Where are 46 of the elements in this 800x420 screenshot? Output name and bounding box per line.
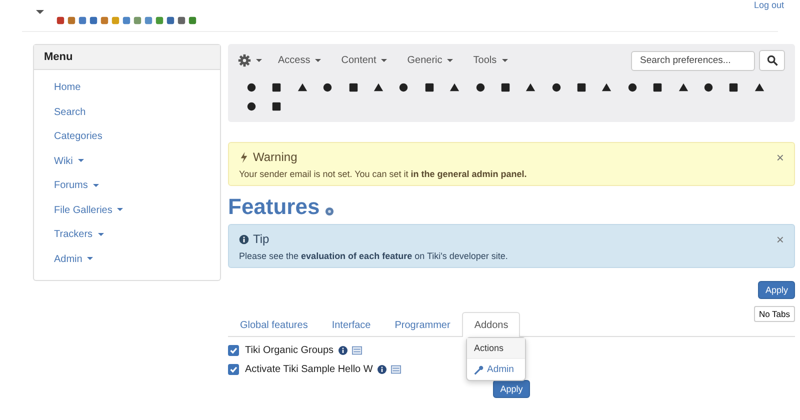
tab[interactable]: Addons [462, 312, 520, 337]
logout-link[interactable]: Log out [754, 0, 784, 10]
toolbar-dropdown[interactable]: Access [278, 55, 322, 66]
close-button[interactable]: × [776, 150, 784, 164]
menu-item[interactable]: Categories [54, 125, 102, 150]
help-icon[interactable] [324, 207, 334, 216]
search-field[interactable]: Search preferences... [631, 50, 755, 70]
toolbar-dropdown[interactable]: Tools [473, 55, 508, 66]
tab[interactable]: Global features [228, 312, 320, 337]
admin-link[interactable]: Admin [467, 359, 525, 380]
menu-item[interactable]: Trackers [54, 223, 104, 248]
alert-title: Tip [253, 232, 270, 246]
info-icon[interactable] [376, 365, 387, 374]
feature-label: Activate Tiki Sample Hello W [245, 364, 373, 375]
close-button[interactable]: × [776, 232, 784, 246]
page-title: Features [228, 196, 320, 218]
tab[interactable]: Interface [320, 312, 383, 337]
lightning-icon [239, 152, 249, 162]
info-icon[interactable] [338, 346, 348, 355]
apply-button[interactable]: Apply [758, 281, 795, 299]
search-button[interactable] [759, 50, 785, 71]
checkbox[interactable] [228, 345, 239, 356]
menu-item[interactable]: Search [54, 100, 86, 125]
form-icon[interactable] [390, 365, 401, 374]
settings-dropdown[interactable] [238, 54, 262, 67]
caret-icon[interactable] [36, 10, 44, 14]
menu-item[interactable]: File Galleries [54, 198, 124, 223]
alert-text: Your sender email is not set. You can set it in the general admin panel. [239, 169, 528, 179]
no-tabs-button[interactable]: No Tabs [754, 306, 795, 322]
menu-item[interactable]: Admin [54, 248, 94, 272]
checkbox[interactable] [228, 364, 239, 375]
menu-title: Menu [34, 45, 220, 70]
toolbar-dropdown[interactable]: Content [341, 55, 388, 66]
menu-item[interactable]: Wiki [54, 150, 84, 174]
menu-item[interactable]: Home [54, 76, 81, 100]
info-icon [239, 234, 249, 244]
menu-item[interactable]: Forums [54, 174, 99, 198]
popover-title: Actions [467, 338, 525, 359]
apply-button[interactable]: Apply [493, 380, 530, 398]
toolbar-dropdown[interactable]: Generic [407, 55, 454, 66]
alert-text: Please see the evaluation of each feature on Tiki's developer site. [239, 251, 509, 261]
feature-label: Tiki Organic Groups [245, 345, 334, 356]
settings-icon[interactable] [238, 54, 251, 67]
form-icon[interactable] [352, 346, 362, 355]
tab[interactable]: Programmer [382, 312, 462, 337]
alert-title: Warning [253, 150, 298, 164]
